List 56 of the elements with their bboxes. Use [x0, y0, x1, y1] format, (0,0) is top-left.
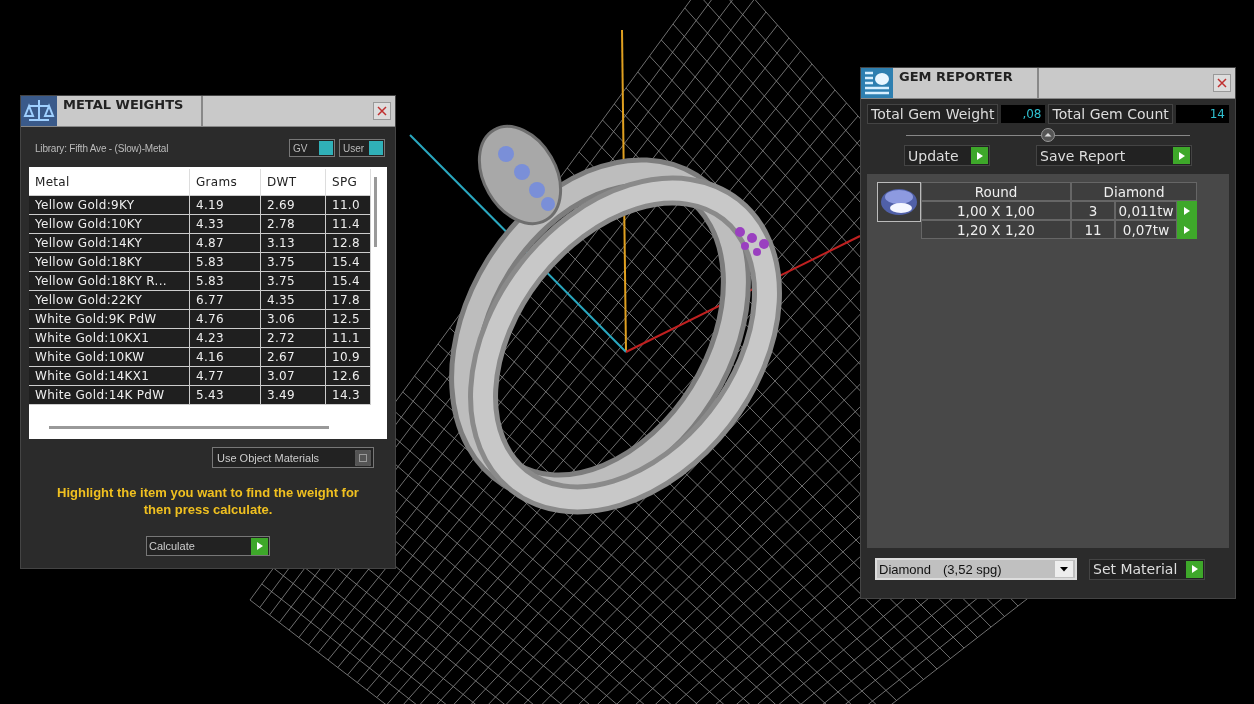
table-cell: Yellow Gold:18KY R... — [29, 271, 190, 291]
table-cell: White Gold:14K PdW — [29, 385, 190, 405]
toggle-button[interactable]: GV — [289, 139, 335, 157]
close-icon — [377, 106, 387, 116]
play-icon — [255, 541, 264, 551]
table-cell: White Gold:9K PdW — [29, 309, 190, 329]
calculate-button[interactable]: Calculate — [146, 536, 270, 556]
table-cell: 1,00 X 1,00 — [921, 201, 1071, 220]
row-play-button[interactable] — [1177, 220, 1197, 239]
scrollbar[interactable] — [49, 426, 329, 429]
library-label: Library: Fifth Ave - (Slow)-Metal — [35, 142, 169, 154]
table-header: Round — [921, 182, 1071, 201]
table-cell: 11 — [1071, 220, 1115, 239]
play-icon — [1183, 224, 1191, 235]
table-cell: 4.19 — [189, 195, 261, 215]
report-button[interactable]: Save Report — [1036, 145, 1192, 166]
total-weight-value: ,08 — [1001, 105, 1046, 123]
toggle-button[interactable]: User — [339, 139, 385, 157]
table-cell: Yellow Gold:18KY — [29, 252, 190, 272]
table-header: Diamond — [1071, 182, 1197, 201]
play-icon — [1183, 205, 1191, 216]
table-cell: White Gold:14KX1 — [29, 366, 190, 386]
table-cell: Yellow Gold:9KY — [29, 195, 190, 215]
use-object-materials-toggle[interactable]: Use Object Materials — [212, 447, 374, 468]
hint-text: Highlight the item you want to find the weight for then press calculate. — [56, 484, 360, 518]
total-weight-label: Total Gem Weight — [867, 104, 999, 124]
close-icon — [1217, 78, 1227, 88]
table-cell: White Gold:10KX1 — [29, 328, 190, 348]
table-cell: 3 — [1071, 201, 1115, 220]
report-icon — [861, 68, 893, 98]
scale-icon — [21, 96, 57, 126]
caret-icon — [1059, 566, 1069, 572]
window-title: GEM REPORTER — [893, 68, 1039, 98]
report-button[interactable]: Update — [904, 145, 990, 166]
table-cell: Yellow Gold:10KY — [29, 214, 190, 234]
table-cell: 1,20 X 1,20 — [921, 220, 1071, 239]
collapse-icon[interactable] — [1041, 128, 1055, 142]
table-cell: 0,011tw — [1115, 201, 1177, 220]
material-dropdown[interactable]: Diamond (3,52 spg) — [875, 558, 1077, 580]
close-button[interactable] — [1213, 74, 1231, 92]
table-cell: 0,07tw — [1115, 220, 1177, 239]
table-cell: 2.69 — [260, 195, 326, 215]
play-icon — [1177, 150, 1186, 161]
total-count-value: 14 — [1175, 105, 1229, 123]
table-cell: Yellow Gold:14KY — [29, 233, 190, 253]
play-icon — [1190, 564, 1199, 574]
table-cell: White Gold:10KW — [29, 347, 190, 367]
total-count-label: Total Gem Count — [1048, 104, 1173, 124]
set-material-button[interactable]: Set Material — [1089, 558, 1205, 580]
table-cell: 11.0 — [325, 195, 371, 215]
scrollbar[interactable] — [374, 177, 377, 247]
table-cell: Yellow Gold:22KY — [29, 290, 190, 310]
play-icon — [975, 150, 984, 161]
window-title: METAL WEIGHTS — [57, 96, 203, 126]
close-button[interactable] — [373, 102, 391, 120]
row-play-button[interactable] — [1177, 201, 1197, 220]
